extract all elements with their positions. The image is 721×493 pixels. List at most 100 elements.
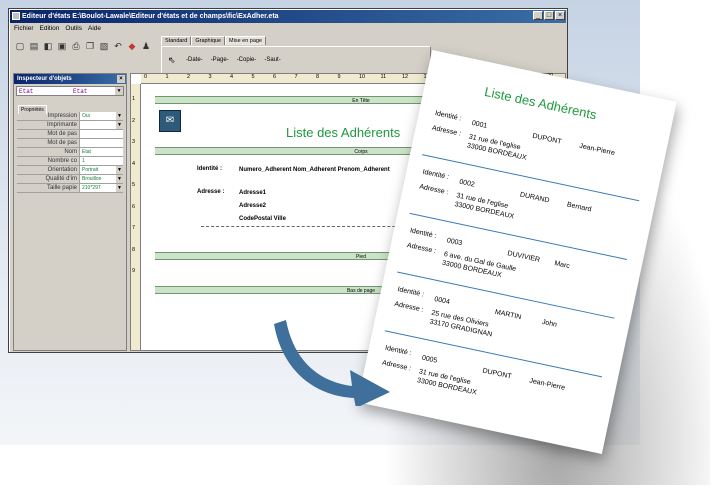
property-value[interactable]	[79, 130, 123, 138]
property-row[interactable]: Mot de pas	[17, 139, 123, 148]
copie-tool[interactable]: -Copie-	[237, 57, 257, 63]
property-row[interactable]: Impression Oui ▼	[17, 112, 123, 121]
close-button[interactable]: ×	[555, 11, 565, 20]
ruler-tick: 3	[208, 74, 212, 80]
menu-fichier[interactable]: Fichier	[14, 24, 34, 34]
object-selector[interactable]: Etat Etat ▼	[16, 86, 124, 96]
window-title: Editeur d'états E:\Boulot-Lawale\Editeur…	[22, 13, 279, 20]
report-logo-icon[interactable]: ✉	[159, 110, 181, 132]
property-name: Imprimante	[46, 122, 77, 128]
adresse1-field[interactable]: Adresse1	[239, 190, 266, 196]
folder-icon[interactable]: ◧	[42, 40, 54, 52]
paint-icon[interactable]: ◆	[126, 40, 138, 52]
property-value[interactable]: Portrait ▼	[79, 166, 123, 174]
printed-entry: Identité :0002 DURAND Bernard Adresse :31 r…	[419, 169, 638, 221]
property-row[interactable]: Orientation Portrait ▼	[17, 166, 123, 175]
adresse2-field[interactable]: Adresse2	[239, 203, 266, 209]
identite-label: Identité :	[409, 227, 438, 240]
new-icon[interactable]: ▢	[14, 40, 26, 52]
ruler-tick: 4	[132, 160, 136, 167]
tab-graphique[interactable]: Graphique	[191, 36, 226, 45]
property-value[interactable]: Etat	[79, 148, 123, 156]
minimize-button[interactable]: _	[533, 11, 543, 20]
open-icon[interactable]: ▤	[28, 40, 40, 52]
property-value[interactable]: Brouillon ▼	[79, 175, 123, 183]
printed-entry: Identité :0003 DUVIVIER Marc Adresse :6 ave…	[406, 227, 626, 279]
adresse-label: Adresse :	[418, 183, 450, 197]
tab-standard[interactable]: Standard	[161, 36, 192, 45]
member-lastname: DUPONT	[531, 132, 563, 146]
chevron-down-icon[interactable]: ▼	[116, 166, 123, 174]
identite-label[interactable]: Identité :	[197, 166, 222, 172]
copy-icon[interactable]: ❐	[84, 40, 96, 52]
property-row[interactable]: Qualité d'im Brouillon ▼	[17, 175, 123, 184]
property-row[interactable]: Imprimante ▼	[17, 121, 123, 130]
saut-tool[interactable]: -Saut-	[264, 57, 280, 63]
chevron-down-icon[interactable]: ▼	[116, 175, 123, 183]
property-value[interactable]: Oui ▼	[79, 112, 123, 120]
maximize-button[interactable]: □	[544, 11, 554, 20]
ruler-tick: 0	[144, 74, 148, 80]
member-lastname: MARTIN	[494, 308, 522, 322]
menu-edition[interactable]: Edition	[40, 24, 60, 34]
member-number: 0005	[421, 354, 438, 365]
ruler-tick: 2	[187, 74, 191, 80]
property-name: Mot de pas	[47, 131, 77, 137]
cp-ville-field[interactable]: CodePostal Ville	[239, 216, 286, 222]
member-number: 0003	[446, 237, 463, 248]
ruler-tick: 1	[165, 74, 169, 80]
title-bar[interactable]: Editeur d'états E:\Boulot-Lawale\Editeur…	[10, 10, 566, 23]
property-value[interactable]: 1	[79, 157, 123, 165]
property-name: Mot de pas	[47, 140, 77, 146]
menu-aide[interactable]: Aide	[88, 24, 101, 34]
property-row[interactable]: Taille papie 210*297 ▼	[17, 184, 123, 193]
ruler-tick: 7	[294, 74, 298, 80]
inspector-close-icon[interactable]: ×	[117, 75, 125, 83]
member-firstname: Jean-Pierre	[578, 142, 616, 158]
ruler-tick: 10	[359, 74, 366, 80]
member-number: 0001	[471, 119, 488, 130]
print-icon[interactable]: ⎙	[70, 40, 82, 52]
pointer-icon[interactable]: ⇖	[168, 55, 178, 65]
info-icon[interactable]: ♟	[140, 40, 152, 52]
menu-outils[interactable]: Outils	[65, 24, 82, 34]
paste-icon[interactable]: ▧	[98, 40, 110, 52]
chevron-down-icon[interactable]: ▼	[115, 87, 123, 95]
ruler-tick: 8	[132, 246, 136, 253]
ruler-tick: 2	[132, 117, 136, 124]
property-row[interactable]: Mot de pas	[17, 130, 123, 139]
printed-entry: Identité :0004 MARTIN John Adresse :25 rue …	[394, 286, 613, 338]
inspector-title: Inspecteur d'objets ×	[14, 74, 126, 84]
ruler-tick: 8	[316, 74, 320, 80]
inspector-title-text: Inspecteur d'objets	[17, 76, 72, 82]
property-value[interactable]	[79, 139, 123, 147]
date-tool[interactable]: -Date-	[186, 57, 203, 63]
object-type: Etat	[73, 88, 88, 95]
menu-bar: Fichier Edition Outils Aide	[11, 24, 101, 34]
ruler-tick: 4	[230, 74, 234, 80]
printed-title: Liste des Adhérents	[483, 83, 598, 123]
window-controls: _ □ ×	[533, 11, 565, 20]
chevron-down-icon[interactable]: ▼	[116, 121, 123, 129]
property-name: Impression	[47, 113, 77, 119]
property-value[interactable]: 210*297 ▼	[79, 184, 123, 192]
save-icon[interactable]: ▣	[56, 40, 68, 52]
property-value[interactable]: ▼	[79, 121, 123, 129]
component-tabs: Standard Graphique Mise en page ⇖ -Date-…	[161, 36, 431, 74]
vertical-ruler: 1 2 3 4 5 6 7 8 9	[131, 84, 141, 350]
printed-entry: Identité : 0001 DUPONT Jean-Pierre Adresse :…	[431, 110, 651, 162]
chevron-down-icon[interactable]: ▼	[116, 112, 123, 120]
identite-label: Identité :	[434, 110, 463, 123]
identite-fields[interactable]: Numero_Adherent Nom_Adherent Prenom_Adhe…	[239, 167, 390, 173]
undo-icon[interactable]: ↶	[112, 40, 124, 52]
tab-mise-en-page[interactable]: Mise en page	[225, 36, 267, 45]
property-row[interactable]: Nom Etat	[17, 148, 123, 157]
ruler-tick: 5	[132, 182, 136, 188]
property-row[interactable]: Nombre co 1	[17, 157, 123, 166]
ruler-tick: 9	[337, 74, 341, 80]
ruler-tick: 6	[132, 203, 136, 210]
member-number: 0002	[458, 178, 476, 189]
adresse-label[interactable]: Adresse :	[197, 189, 224, 195]
page-tool[interactable]: -Page-	[211, 57, 229, 63]
chevron-down-icon[interactable]: ▼	[116, 184, 123, 192]
